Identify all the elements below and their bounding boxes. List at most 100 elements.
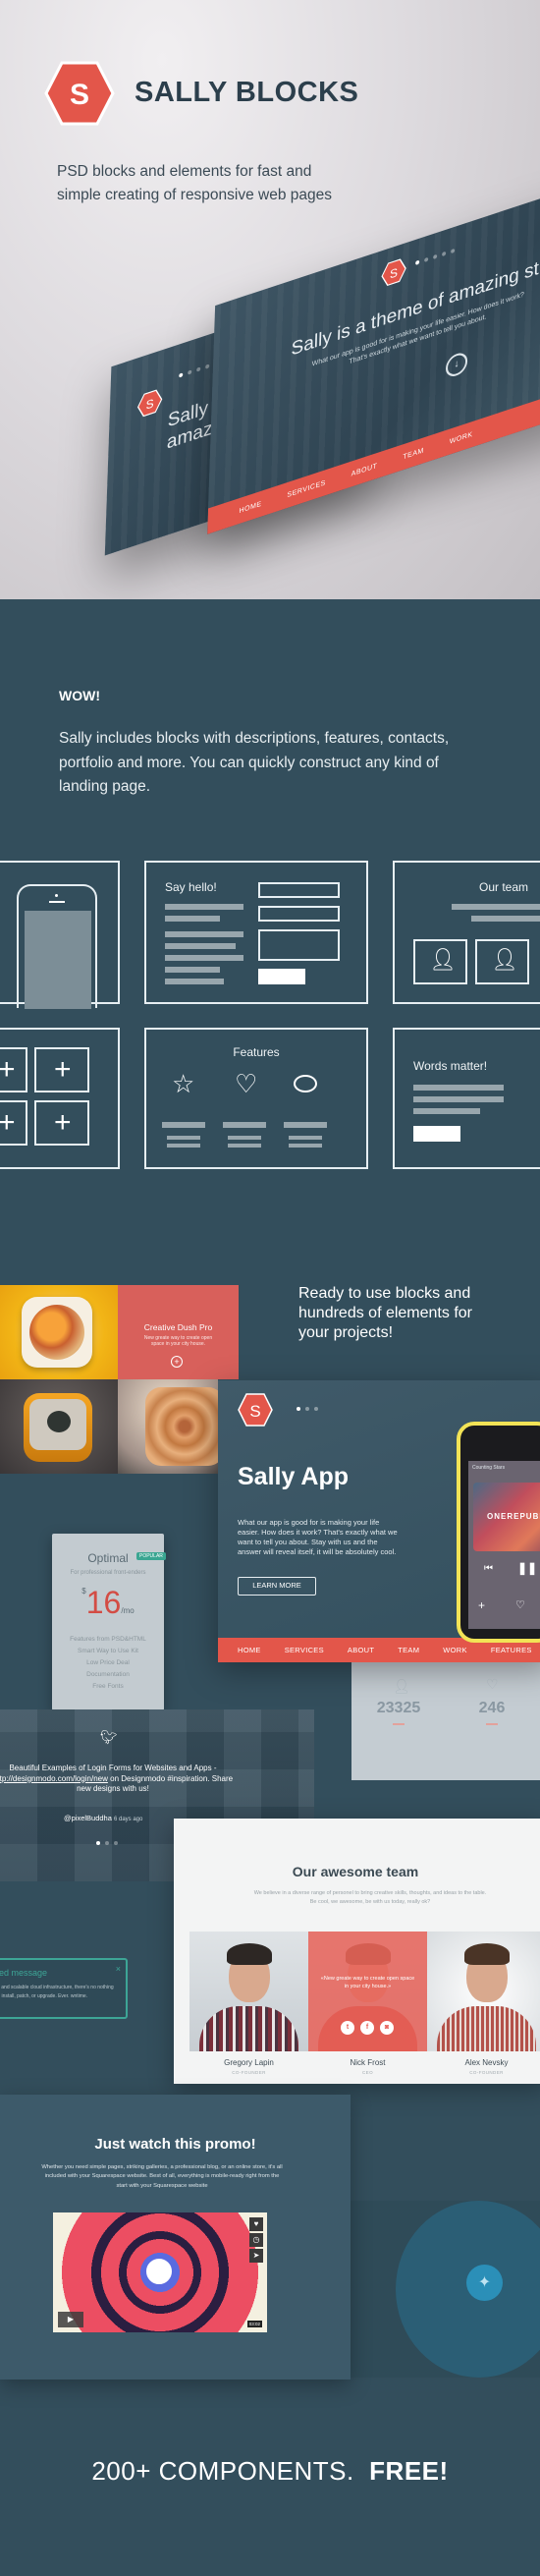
wireframe-portfolio-block: + + + +: [0, 1028, 120, 1169]
team-member-name: Alex Nevsky: [464, 2058, 509, 2067]
mockup-nav-item[interactable]: HOME: [239, 500, 261, 515]
stat-value: 246: [478, 1700, 506, 1716]
slider-dots[interactable]: [96, 1841, 118, 1845]
user-icon: 👤︎: [429, 947, 457, 972]
hero-section: S SALLY BLOCKS PSD blocks and elements f…: [0, 0, 540, 599]
heart-icon[interactable]: ♡: [515, 1598, 525, 1611]
tweet-link[interactable]: http://designmodo.com/login/new: [0, 1774, 108, 1783]
portfolio-tile-text: New greate way to create open space in y…: [143, 1335, 213, 1347]
album-art: ONEREPUBLIC: [473, 1483, 540, 1551]
portfolio-tile-overlay[interactable]: Creative Dush Pro New greate way to crea…: [118, 1285, 239, 1379]
add-icon[interactable]: +: [478, 1598, 485, 1612]
hero-title: SALLY BLOCKS: [135, 77, 359, 108]
team-member-photo[interactable]: [427, 1932, 540, 2051]
wireframe-input: [258, 882, 340, 898]
social-links: t f ◙: [341, 2021, 394, 2035]
plus-icon: +: [0, 1106, 16, 1139]
team-block: Our awesome team We believe in a diverse…: [174, 1819, 540, 2084]
twitter-icon[interactable]: t: [341, 2021, 354, 2035]
instagram-icon[interactable]: ◙: [380, 2021, 394, 2035]
app-nav-item[interactable]: FEATURES: [491, 1646, 532, 1654]
wireframe-button: [413, 1126, 460, 1142]
plan-feature: Documentation: [86, 1671, 130, 1678]
svg-text:S: S: [145, 396, 153, 412]
app-nav-item[interactable]: HOME: [238, 1646, 261, 1654]
mockup-nav-item[interactable]: ABOUT: [351, 462, 378, 477]
plus-circle-icon[interactable]: +: [171, 1356, 183, 1368]
alert-message: red message le and scalable cloud infras…: [0, 1958, 128, 2019]
svg-text:S: S: [390, 265, 398, 281]
portfolio-tile-tart[interactable]: [0, 1285, 118, 1379]
portfolio-tile-zen[interactable]: [0, 1379, 118, 1474]
app-nav-item[interactable]: WORK: [443, 1646, 467, 1654]
plan-feature: Low Price Deal: [86, 1659, 130, 1666]
tweet-user-link[interactable]: @pixelBuddha: [64, 1814, 112, 1822]
star-icon: ☆: [172, 1069, 195, 1098]
wireframe-textarea: [258, 929, 340, 961]
video-duration: 03:02: [246, 2321, 262, 2327]
like-icon[interactable]: ♥: [249, 2217, 263, 2231]
stats-block: 👤︎ ♡ 23325 246: [351, 1662, 540, 1780]
tweet-time: 6 days ago: [114, 1817, 143, 1822]
magic-wand-icon: ✦: [466, 2265, 503, 2301]
wireframe-testimonial-block: Words matter!: [393, 1028, 540, 1169]
team-member-quote: «New greate way to create open space in …: [320, 1976, 415, 1989]
team-member-photo[interactable]: [189, 1932, 308, 2051]
tweet-author: @pixelBuddha 6 days ago: [64, 1814, 142, 1822]
wireframe-features-title: Features: [233, 1045, 280, 1059]
mockup-nav-item[interactable]: SERVICES: [287, 479, 326, 499]
close-icon[interactable]: ×: [116, 1964, 121, 1974]
wireframe-contact-block: Say hello!: [144, 861, 368, 1004]
pricing-card: Optimal POPULAR For professional front-e…: [52, 1534, 166, 1710]
wow-title: WOW!: [59, 688, 100, 703]
app-nav-item[interactable]: ABOUT: [348, 1646, 374, 1654]
watch-later-icon[interactable]: ◷: [249, 2233, 263, 2247]
alert-title: red message: [0, 1968, 48, 1978]
phone-outline-icon: [17, 884, 97, 1009]
facebook-icon[interactable]: f: [360, 2021, 374, 2035]
twitter-icon: 🐦︎: [100, 1729, 118, 1745]
footer-emphasis: FREE!: [369, 2456, 449, 2486]
team-title: Our awesome team: [292, 1864, 419, 1879]
promo-title: Just watch this promo!: [94, 2136, 256, 2153]
alert-text: le and scalable cloud infrastructure, th…: [0, 1985, 114, 1999]
svg-text:S: S: [70, 79, 89, 111]
wow-text: Sally includes blocks with descriptions,…: [59, 730, 450, 795]
promo-video[interactable]: ♥ ◷ ➤ ▶ 03:02: [53, 2212, 267, 2332]
mockup-nav-item[interactable]: TEAM: [403, 447, 424, 461]
plan-subtitle: For professional front-enders: [70, 1570, 146, 1576]
mockup-nav-item[interactable]: WORK: [450, 430, 473, 445]
svg-text:S: S: [249, 1402, 260, 1421]
wireframe-contact-title: Say hello!: [165, 880, 217, 894]
team-member-role: CO-FOUNDER: [469, 2070, 504, 2075]
app-nav-item[interactable]: TEAM: [398, 1646, 419, 1654]
app-description: What our app is good for is making your …: [238, 1518, 398, 1556]
wireframe-button: [258, 969, 305, 984]
team-member-role: CEO: [362, 2070, 373, 2075]
play-button[interactable]: ▶: [58, 2312, 83, 2327]
previous-track-icon[interactable]: ⏮: [484, 1563, 493, 1574]
wireframe-avatar: 👤︎: [413, 939, 467, 984]
app-nav-item[interactable]: SERVICES: [285, 1646, 324, 1654]
portfolio-tile-roll[interactable]: [118, 1379, 218, 1474]
learn-more-button[interactable]: LEARN MORE: [238, 1577, 316, 1596]
slider-dots[interactable]: [297, 1407, 318, 1411]
footer-text: 200+ COMPONENTS.: [91, 2456, 354, 2486]
pause-icon[interactable]: ❚❚: [517, 1561, 537, 1575]
sally-logo-icon: S: [238, 1393, 273, 1427]
heart-icon: ♡: [486, 1676, 499, 1692]
team-description: We believe in a diverse range of persone…: [253, 1890, 487, 1905]
team-member-photo[interactable]: «New greate way to create open space in …: [308, 1932, 427, 2051]
stat-value: 23325: [376, 1700, 421, 1716]
plan-price: $16/mo: [81, 1585, 135, 1620]
plan-feature: Free Fonts: [92, 1683, 124, 1690]
share-icon[interactable]: ➤: [249, 2249, 263, 2263]
phone-mockup: Counting Stars ONEREPUBLIC ⏮ ❚❚ + ♡: [457, 1422, 540, 1643]
wireframe-team-block: Our team 👤︎ 👤︎: [393, 861, 540, 1004]
phone-screen: Counting Stars ONEREPUBLIC ⏮ ❚❚ + ♡: [468, 1461, 540, 1629]
team-member-name: Gregory Lapin: [224, 2058, 274, 2067]
user-icon: 👤︎: [491, 947, 518, 972]
plan-feature: Smart Way to Use Kit: [78, 1648, 138, 1654]
wireframe-avatar: 👤︎: [475, 939, 529, 984]
phone-song: Counting Stars: [472, 1465, 506, 1471]
